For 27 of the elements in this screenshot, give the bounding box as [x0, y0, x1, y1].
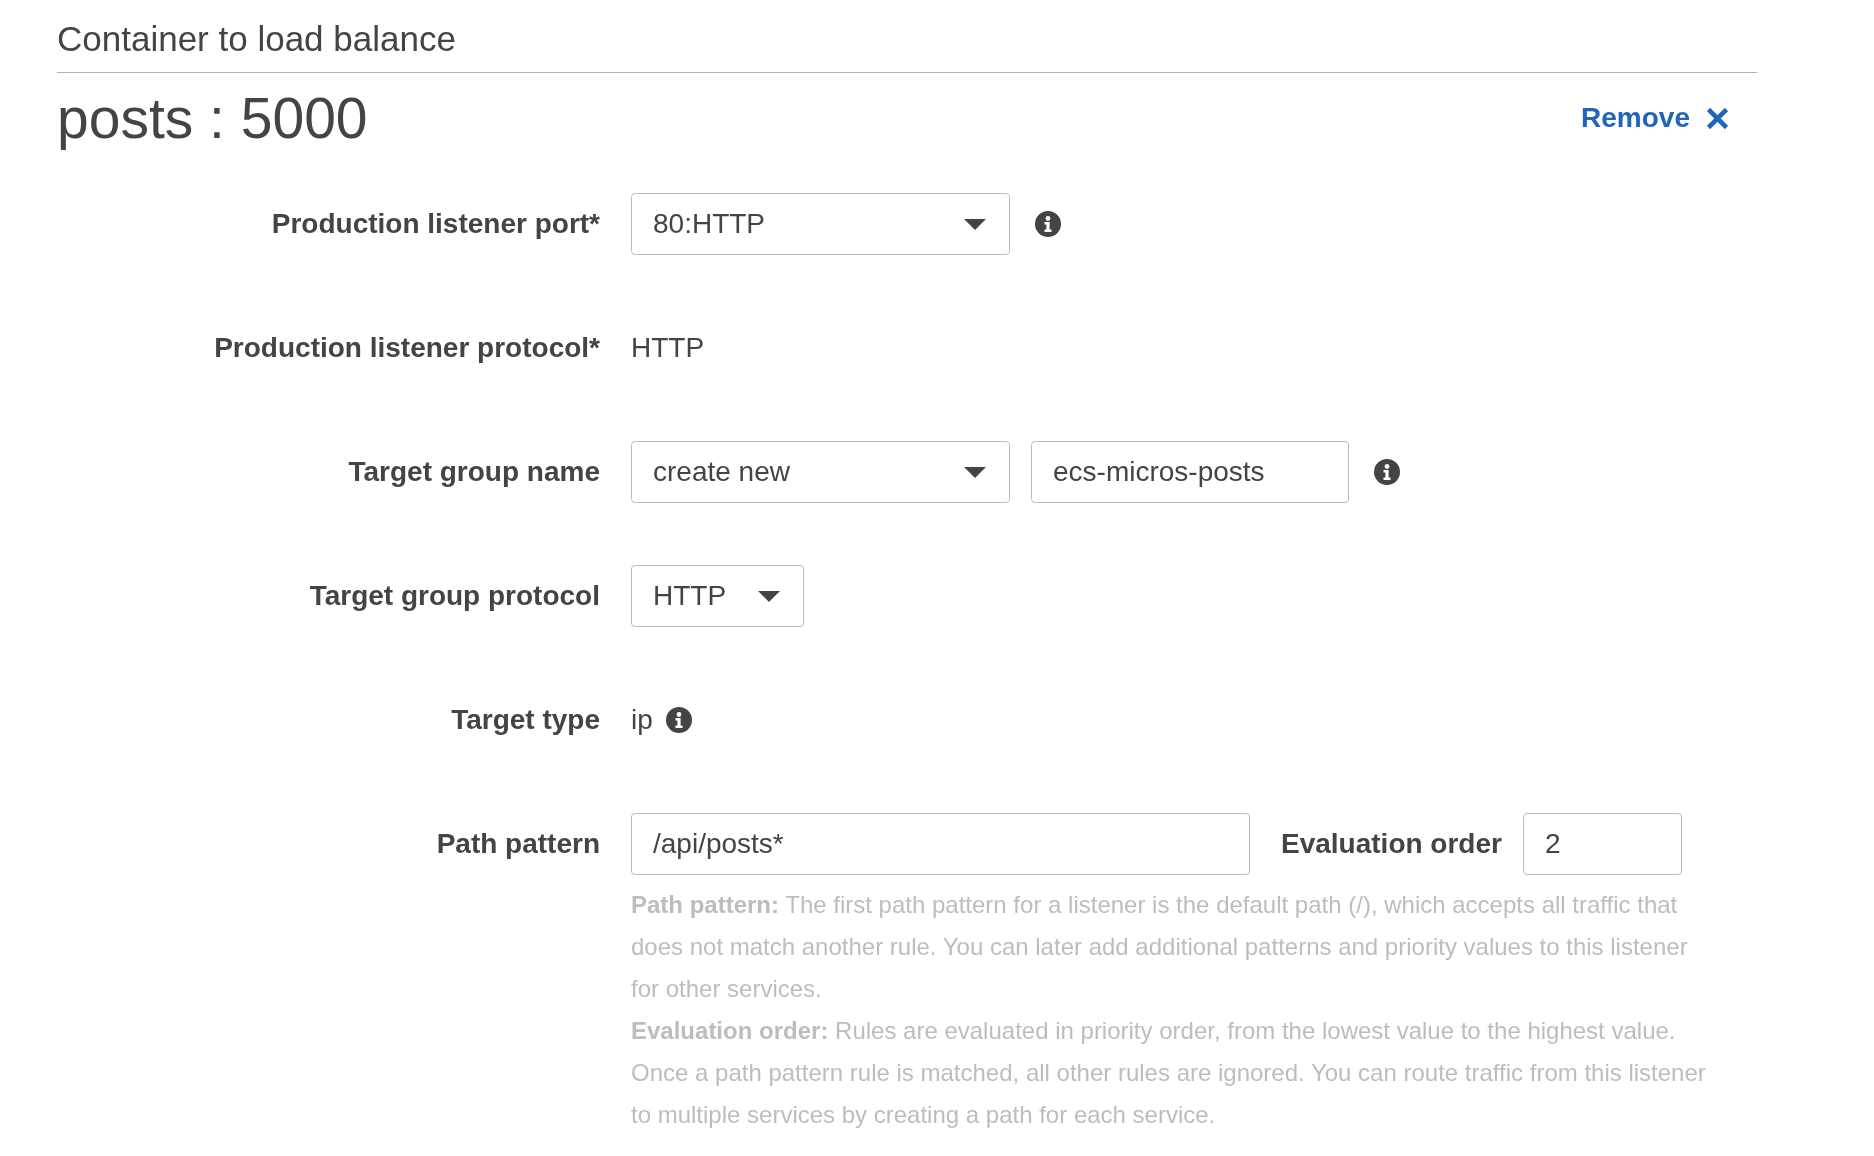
- container-title: posts : 5000: [57, 86, 368, 150]
- info-icon[interactable]: [1374, 459, 1400, 485]
- section-title: Container to load balance: [57, 18, 457, 60]
- field-label: Production listener protocol*: [213, 331, 600, 365]
- info-icon[interactable]: [1035, 211, 1061, 237]
- help-text: Evaluation order: Rules are evaluated in priority order, from the lowest value to the highest value. Once a path pattern rule is matched, all other rules are ignored. You can route traffic from this listener to multiple services by creating a path for each service.: [631, 1016, 1707, 1130]
- dropdown[interactable]: 80:HTTP: [631, 193, 1010, 255]
- info-icon[interactable]: [665, 707, 692, 733]
- caret-down-icon[interactable]: [964, 218, 986, 230]
- text-field[interactable]: 2: [1522, 813, 1682, 875]
- caret-down-icon[interactable]: [964, 466, 986, 478]
- field-label: Evaluation order: [1281, 827, 1502, 861]
- field-label: Target group name: [347, 455, 600, 489]
- help-text: Path pattern: The first path pattern for a listener is the default path (/), which accepts all traffic that does not match another rule. You can later add additional patterns and priority values to this listener for other services.: [631, 890, 1689, 1004]
- field-label: Target group protocol: [308, 579, 600, 613]
- field-value: HTTP: [631, 331, 705, 365]
- field-label: Production listener port*: [270, 207, 600, 241]
- close-icon[interactable]: [1707, 107, 1728, 129]
- field-label: Path pattern: [435, 827, 600, 861]
- remove-link[interactable]: Remove: [1581, 101, 1728, 135]
- field-value: ip: [631, 703, 653, 737]
- text-field[interactable]: /api/posts*: [631, 813, 1250, 875]
- dropdown[interactable]: create new: [631, 441, 1010, 503]
- dropdown[interactable]: HTTP: [631, 565, 804, 627]
- caret-down-icon[interactable]: [758, 590, 780, 602]
- field-label: Target type: [450, 703, 600, 737]
- text-field[interactable]: ecs-micros-posts: [1031, 441, 1349, 503]
